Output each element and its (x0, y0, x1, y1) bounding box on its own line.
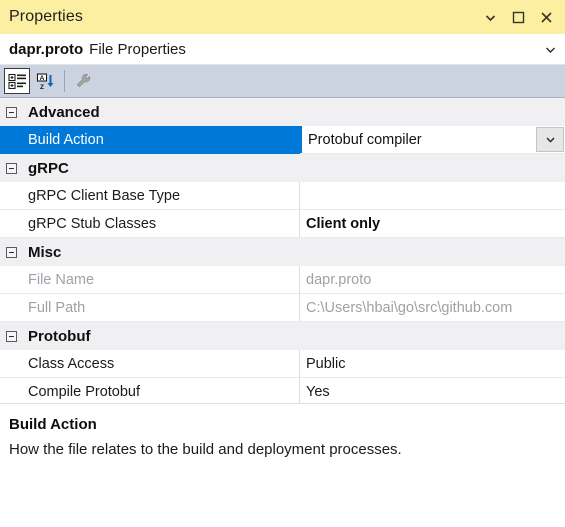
window-controls (477, 4, 559, 30)
category-expander-collapse-icon[interactable] (0, 106, 22, 118)
property-grid-rows: Advanced Build Action Protobuf compiler gRP… (0, 98, 565, 403)
property-row[interactable]: File Name dapr.proto (0, 266, 565, 294)
property-value[interactable]: Public (300, 350, 565, 378)
properties-window-titlebar: Properties (0, 0, 565, 34)
toolbar-separator (64, 70, 65, 92)
property-name[interactable]: Compile Protobuf (0, 378, 300, 403)
category-header[interactable]: gRPC (0, 154, 565, 182)
category-label: gRPC (28, 159, 69, 177)
category-label: Advanced (28, 103, 100, 121)
window-dropdown-button[interactable] (477, 4, 503, 30)
object-name: dapr.proto (9, 40, 84, 58)
property-value[interactable]: Protobuf compiler (300, 126, 565, 154)
property-pages-button[interactable] (71, 68, 97, 94)
property-name[interactable]: Full Path (0, 294, 300, 322)
description-pane: Build Action How the file relates to the… (0, 403, 565, 527)
value-dropdown-chevron-down-icon[interactable] (536, 127, 564, 152)
property-name[interactable]: Build Action (0, 126, 300, 154)
categorized-view-button[interactable] (4, 68, 30, 94)
category-header[interactable]: Advanced (0, 98, 565, 126)
property-row[interactable]: gRPC Client Base Type (0, 182, 565, 210)
property-row[interactable]: gRPC Stub Classes Client only (0, 210, 565, 238)
close-button[interactable] (533, 4, 559, 30)
property-name[interactable]: Class Access (0, 350, 300, 378)
property-name[interactable]: gRPC Client Base Type (0, 182, 300, 210)
category-expander-collapse-icon[interactable] (0, 330, 22, 342)
property-value[interactable]: C:\Users\hbai\go\src\github.com (300, 294, 565, 322)
property-name[interactable]: gRPC Stub Classes (0, 210, 300, 238)
property-name[interactable]: File Name (0, 266, 300, 294)
dock-window-button[interactable] (505, 4, 531, 30)
property-row[interactable]: Class Access Public (0, 350, 565, 378)
property-value[interactable] (300, 182, 565, 210)
object-kind: File Properties (89, 40, 186, 58)
category-label: Misc (28, 243, 62, 261)
property-row[interactable]: Compile Protobuf Yes (0, 378, 565, 403)
category-expander-collapse-icon[interactable] (0, 162, 22, 174)
property-row[interactable]: Build Action Protobuf compiler (0, 126, 565, 154)
properties-toolbar: A Z (0, 65, 565, 98)
object-header[interactable]: dapr.proto File Properties (0, 34, 565, 65)
alphabetical-sort-button[interactable]: A Z (32, 68, 58, 94)
window-title: Properties (9, 8, 83, 25)
property-value[interactable]: Yes (300, 378, 565, 403)
svg-text:A: A (39, 75, 44, 82)
property-grid: Advanced Build Action Protobuf compiler gRP… (0, 98, 565, 403)
category-header[interactable]: Misc (0, 238, 565, 266)
category-label: Protobuf (28, 327, 91, 345)
object-selector-chevron-down-icon[interactable] (543, 42, 557, 56)
property-value-input[interactable]: Protobuf compiler (300, 126, 536, 153)
description-text: How the file relates to the build and de… (9, 441, 402, 458)
property-value[interactable]: Client only (300, 210, 565, 238)
property-value[interactable]: dapr.proto (300, 266, 565, 294)
svg-text:Z: Z (40, 84, 44, 91)
category-expander-collapse-icon[interactable] (0, 246, 22, 258)
description-title: Build Action (9, 416, 97, 433)
property-row[interactable]: Full Path C:\Users\hbai\go\src\github.com (0, 294, 565, 322)
category-header[interactable]: Protobuf (0, 322, 565, 350)
